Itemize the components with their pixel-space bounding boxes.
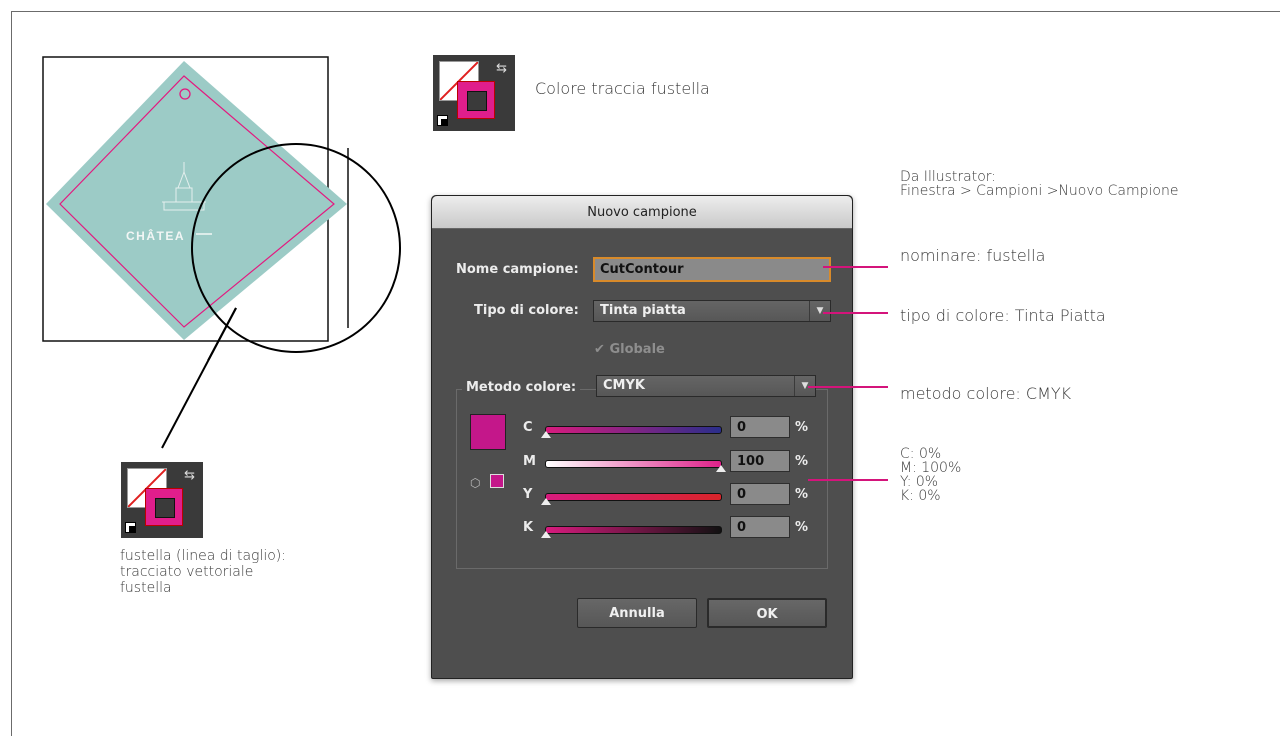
tag-shape xyxy=(46,61,347,340)
channel-value-input[interactable]: 100 xyxy=(730,450,790,472)
artwork-illustration: CHÂTEA xyxy=(42,56,401,360)
color-type-select[interactable]: Tinta piatta ▼ xyxy=(593,300,831,322)
slider-thumb[interactable] xyxy=(716,465,726,472)
slider-thumb[interactable] xyxy=(541,531,551,538)
annotation-line-name xyxy=(823,266,888,268)
channel-label: Y xyxy=(523,487,533,502)
annotation-line-mode xyxy=(808,386,888,388)
caption-line: tracciato vettoriale xyxy=(120,564,254,580)
die-line-caption: fustella (linea di taglio): tracciato ve… xyxy=(120,548,286,596)
channel-slider[interactable] xyxy=(545,460,722,468)
stroke-swatch xyxy=(457,81,495,119)
swap-colors-icon[interactable]: ⇆ xyxy=(184,468,195,483)
channel-label: K xyxy=(523,520,534,535)
color-mode-select[interactable]: CMYK ▼ xyxy=(596,375,816,397)
cmyk-line: M: 100% xyxy=(900,460,962,476)
channel-label: M xyxy=(523,454,536,469)
stroke-color-well-top[interactable]: ⇆ xyxy=(433,55,515,131)
swatch-name-label: Nome campione: xyxy=(456,262,579,277)
channel-value-input[interactable]: 0 xyxy=(730,483,790,505)
channel-slider[interactable] xyxy=(545,426,722,434)
check-icon: ✔ xyxy=(594,342,605,357)
cmyk-line: K: 0% xyxy=(900,488,941,504)
cancel-button[interactable]: Annulla xyxy=(577,598,697,628)
caption-line: fustella xyxy=(120,580,172,596)
color-type-label: Tipo di colore: xyxy=(474,303,579,318)
annotation-type: tipo di colore: Tinta Piatta xyxy=(900,306,1106,325)
chevron-down-icon: ▼ xyxy=(809,301,830,321)
slider-thumb[interactable] xyxy=(541,498,551,505)
color-mode-value: CMYK xyxy=(603,378,645,393)
caption-line: fustella (linea di taglio): xyxy=(120,548,286,564)
annotation-mode: metodo colore: CMYK xyxy=(900,384,1072,403)
stroke-swatch xyxy=(145,488,183,526)
swap-colors-icon[interactable]: ⇆ xyxy=(496,61,507,76)
channel-slider[interactable] xyxy=(545,526,722,534)
annotation-cmyk: C: 0% M: 100% Y: 0% K: 0% xyxy=(900,447,961,503)
percent-unit: % xyxy=(795,454,809,469)
percent-unit: % xyxy=(795,520,809,535)
default-colors-icon[interactable] xyxy=(437,115,448,126)
channel-value-input[interactable]: 0 xyxy=(730,416,790,438)
stroke-color-well-bottom[interactable]: ⇆ xyxy=(121,462,203,538)
channel-value-input[interactable]: 0 xyxy=(730,516,790,538)
stroke-color-label: Colore traccia fustella xyxy=(535,79,710,98)
cmyk-line: C: 0% xyxy=(900,446,942,462)
source-note-line: Finestra > Campioni >Nuovo Campione xyxy=(900,183,1179,199)
web-safe-swatch[interactable] xyxy=(490,474,504,488)
global-label: Globale xyxy=(609,342,665,357)
source-note-line: Da Illustrator: xyxy=(900,169,996,185)
annotation-name: nominare: fustella xyxy=(900,246,1046,265)
page: CHÂTEA ⇆ Colore traccia fustella ⇆ fuste… xyxy=(0,0,1280,736)
dialog-title: Nuovo campione xyxy=(432,196,852,229)
annotation-line-cmyk xyxy=(808,479,888,481)
color-type-value: Tinta piatta xyxy=(600,303,686,318)
global-checkbox[interactable]: ✔ Globale xyxy=(594,342,665,357)
new-swatch-dialog: Nuovo campione Nome campione: CutContour… xyxy=(431,195,853,679)
swatch-name-input[interactable]: CutContour xyxy=(593,257,831,282)
color-preview-swatch xyxy=(470,414,506,450)
channel-label: C xyxy=(523,420,533,435)
color-mode-label: Metodo colore: xyxy=(462,380,581,395)
percent-unit: % xyxy=(795,420,809,435)
source-note: Da Illustrator: Finestra > Campioni >Nuo… xyxy=(900,170,1178,198)
cube-icon[interactable]: ⬡ xyxy=(470,476,480,490)
tag-brand-text: CHÂTEA xyxy=(126,228,185,243)
ok-button[interactable]: OK xyxy=(707,598,827,628)
slider-thumb[interactable] xyxy=(541,431,551,438)
percent-unit: % xyxy=(795,487,809,502)
cmyk-line: Y: 0% xyxy=(900,474,939,490)
channel-slider[interactable] xyxy=(545,493,722,501)
default-colors-icon[interactable] xyxy=(125,522,136,533)
annotation-line-type xyxy=(823,312,888,314)
